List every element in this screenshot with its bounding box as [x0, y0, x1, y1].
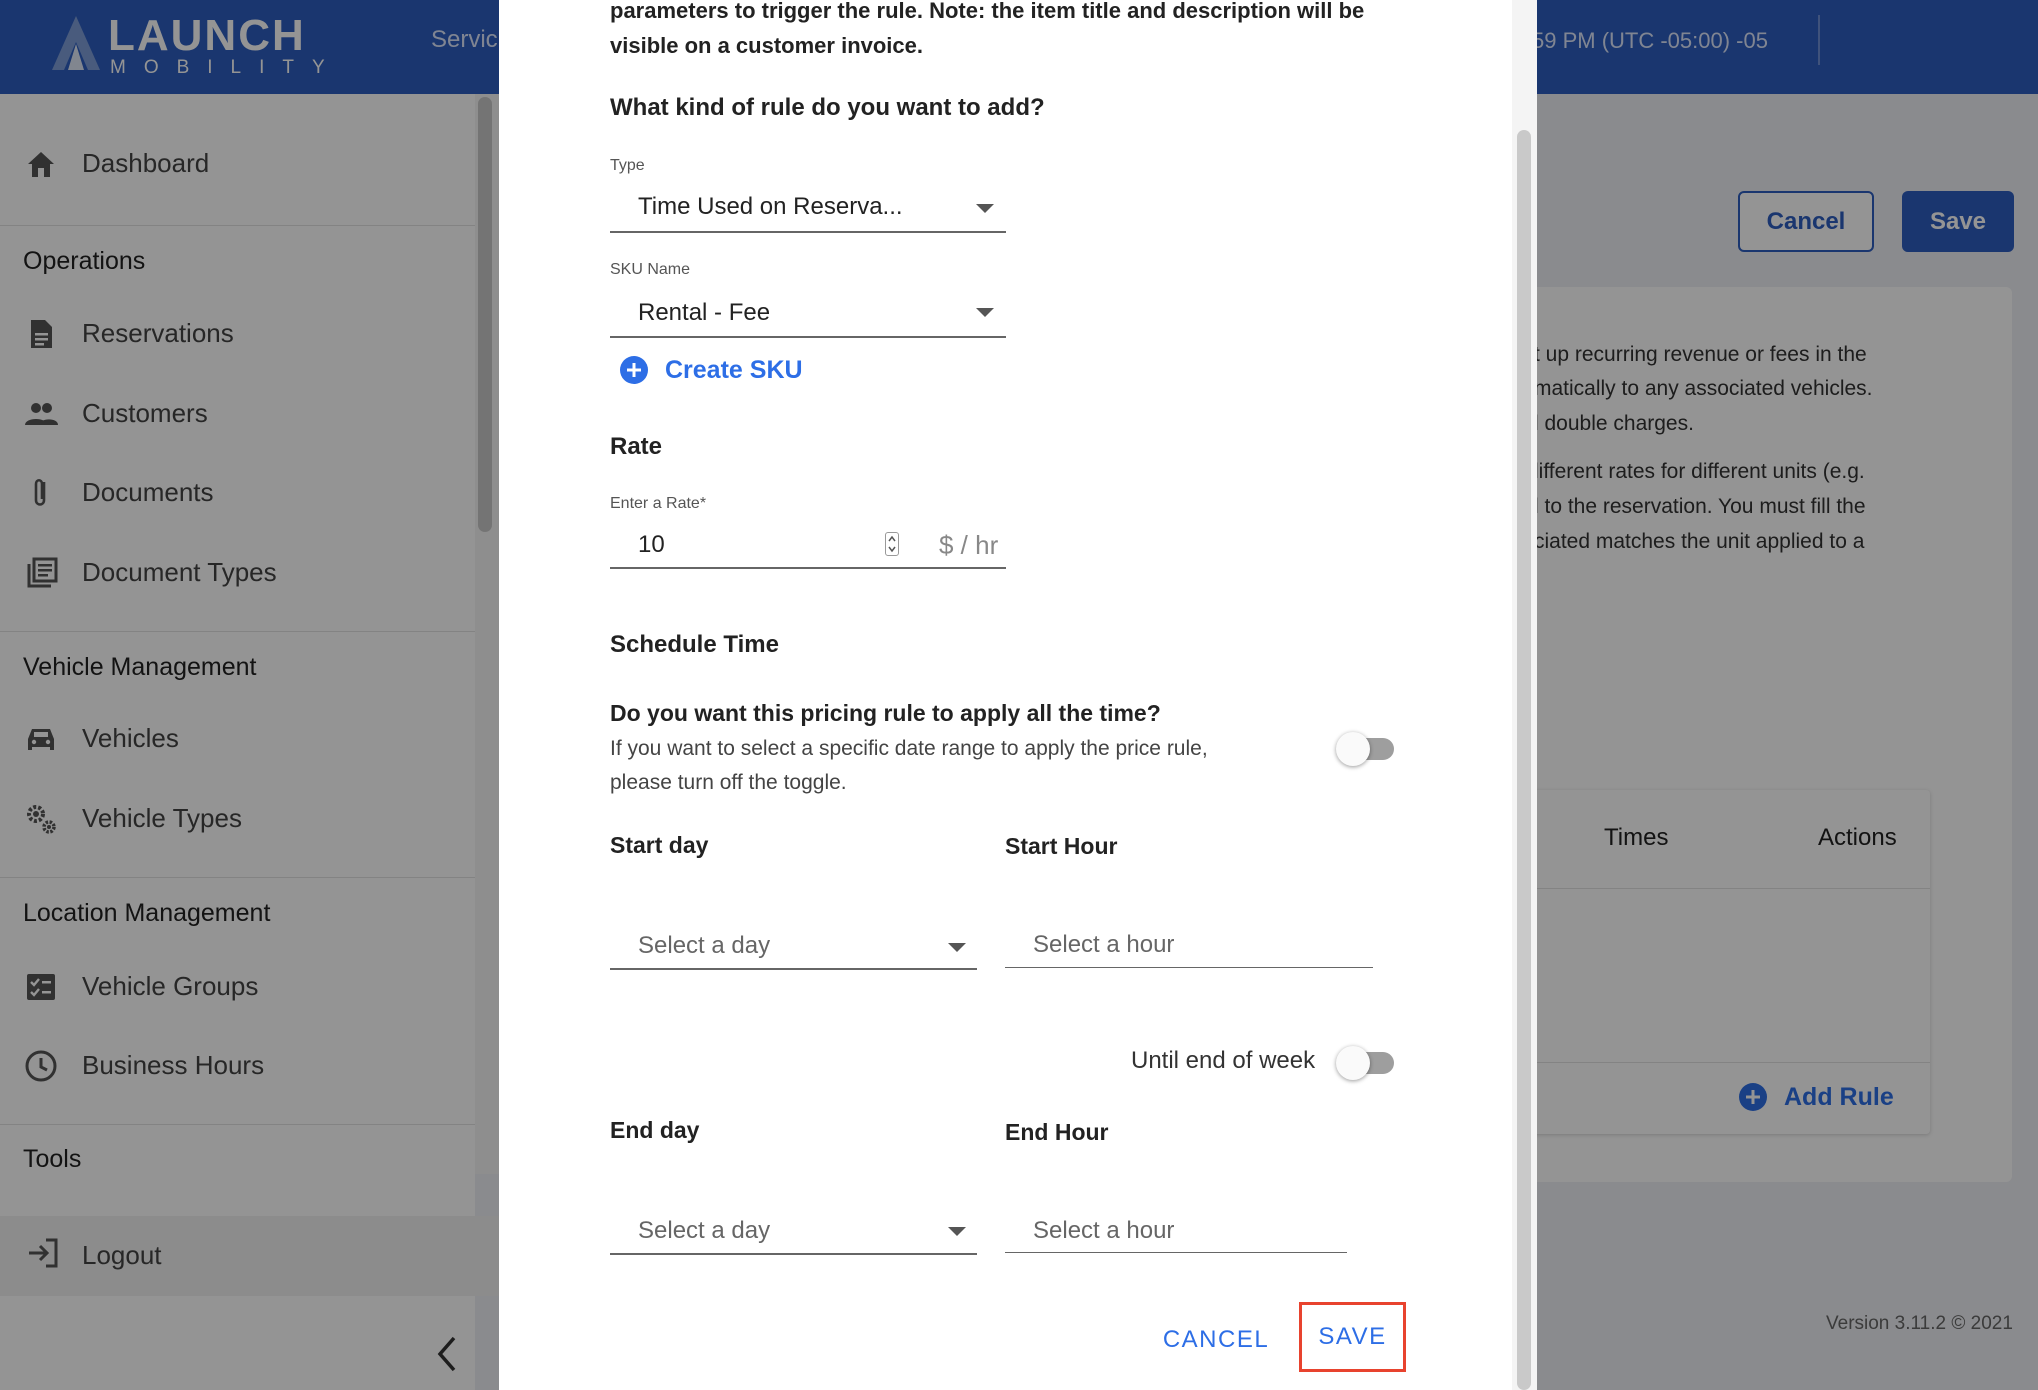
type-select-underline	[610, 231, 1006, 233]
dialog-intro-line: visible on a customer invoice.	[610, 33, 923, 58]
start-day-underline	[610, 968, 977, 970]
rate-input[interactable]: 10	[638, 531, 665, 559]
sku-select-underline	[610, 336, 1006, 338]
until-end-of-week-toggle[interactable]	[1336, 1042, 1398, 1082]
rule-kind-heading: What kind of rule do you want to add?	[610, 94, 1045, 121]
start-hour-heading: Start Hour	[1005, 833, 1118, 859]
chevron-down-icon[interactable]	[976, 204, 994, 213]
end-day-heading: End day	[610, 1117, 700, 1143]
apply-all-time-question: Do you want this pricing rule to apply a…	[610, 700, 1161, 726]
start-day-select[interactable]: Select a day	[638, 932, 770, 960]
dialog-cancel-button[interactable]: CANCEL	[1150, 1320, 1282, 1360]
rate-input-underline	[610, 567, 1006, 569]
type-select-value[interactable]: Time Used on Reserva...	[638, 193, 903, 221]
stepper-arrows-icon	[888, 535, 896, 553]
dialog-scrollbar[interactable]	[1517, 130, 1531, 1390]
end-day-select[interactable]: Select a day	[638, 1217, 770, 1245]
chevron-down-icon[interactable]	[948, 943, 966, 952]
until-end-of-week-label: Until end of week	[1131, 1047, 1316, 1074]
rate-stepper[interactable]	[885, 532, 899, 556]
create-sku-button[interactable]: Create SKU	[619, 354, 803, 386]
end-hour-heading: End Hour	[1005, 1119, 1109, 1145]
rate-label: Enter a Rate*	[610, 495, 707, 512]
toggle-knob	[1336, 732, 1370, 766]
apply-all-time-description: If you want to select a specific date ra…	[610, 737, 1208, 760]
start-hour-underline	[1005, 967, 1373, 968]
apply-all-time-toggle[interactable]	[1336, 728, 1398, 768]
rate-heading: Rate	[610, 433, 663, 460]
chevron-down-icon[interactable]	[948, 1227, 966, 1236]
sku-label: SKU Name	[610, 261, 691, 278]
end-hour-underline	[1005, 1252, 1347, 1253]
start-day-heading: Start day	[610, 832, 709, 858]
end-day-underline	[610, 1253, 977, 1255]
chevron-down-icon[interactable]	[976, 308, 994, 317]
dialog-intro-line: parameters to trigger the rule. Note: th…	[610, 0, 1365, 23]
create-sku-label: Create SKU	[665, 355, 803, 384]
end-hour-input[interactable]: Select a hour	[1033, 1217, 1174, 1245]
dialog-save-button[interactable]: SAVE	[1299, 1302, 1406, 1372]
plus-circle-icon	[620, 356, 648, 384]
schedule-time-heading: Schedule Time	[610, 631, 779, 658]
toggle-knob	[1336, 1046, 1370, 1080]
sku-select-value[interactable]: Rental - Fee	[638, 299, 770, 327]
rate-unit: $ / hr	[939, 530, 999, 560]
start-hour-input[interactable]: Select a hour	[1033, 931, 1174, 959]
apply-all-time-description: please turn off the toggle.	[610, 771, 847, 794]
type-label: Type	[610, 157, 645, 174]
